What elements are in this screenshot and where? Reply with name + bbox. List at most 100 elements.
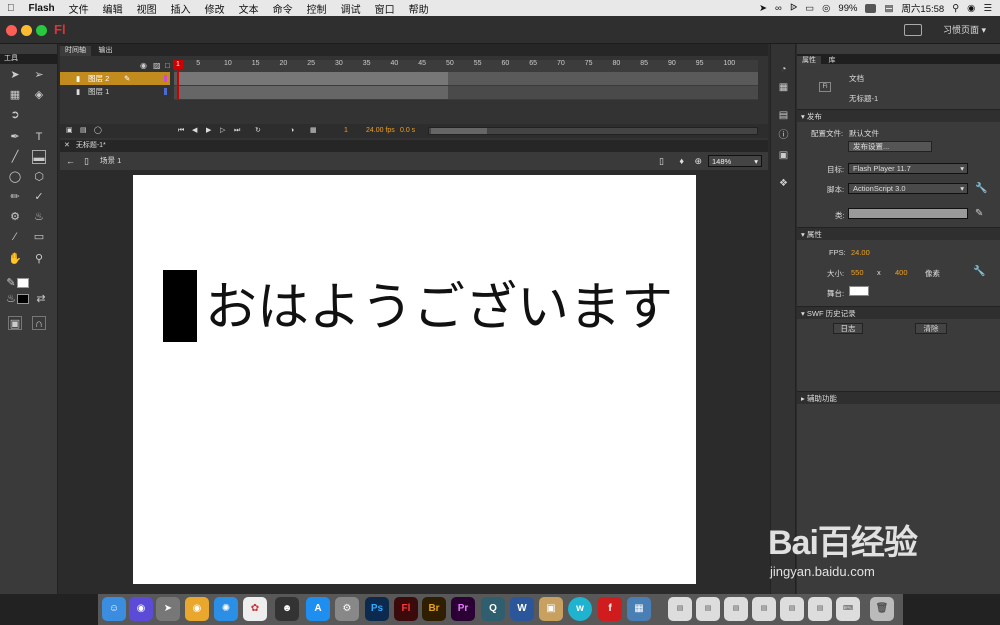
document-thumbnail-icon[interactable]: ▤ [696, 597, 720, 621]
hand-tool-icon[interactable]: ✋ [8, 252, 22, 266]
outline-icon[interactable]: □ [165, 61, 170, 70]
timeline-scroll-thumb[interactable] [431, 128, 487, 134]
apple-icon[interactable]:  [0, 3, 22, 14]
menu-file[interactable]: 文件 [62, 1, 96, 16]
pencil-tool-icon[interactable]: ✏ [8, 190, 22, 204]
paint-bucket-icon[interactable]: ♨ [32, 210, 46, 224]
snap-icon[interactable]: ∩ [32, 316, 46, 330]
publish-settings-button[interactable]: 发布设置... [848, 141, 932, 152]
system-preferences-icon[interactable]: ⚙ [335, 597, 359, 621]
wrench-icon[interactable]: 🔧 [975, 183, 987, 194]
log-button[interactable]: 日志 [833, 323, 863, 334]
keyboard-viewer-icon[interactable]: ⌨ [836, 597, 860, 621]
siri-icon[interactable]: ◉ [967, 3, 975, 14]
selection-tool-icon[interactable]: ➤ [8, 68, 22, 82]
script-select[interactable]: ActionScript 3.0 ▾ [848, 183, 968, 194]
menu-control[interactable]: 控制 [300, 1, 334, 16]
line-tool-icon[interactable]: ╱ [8, 150, 22, 164]
menu-app[interactable]: Flash [22, 3, 62, 14]
zoom-select[interactable]: 148% ▾ [708, 155, 762, 167]
launchpad-icon[interactable]: ➤ [156, 597, 180, 621]
document-thumbnail-icon[interactable]: ▤ [724, 597, 748, 621]
frame-span-layer2[interactable] [177, 72, 448, 85]
stage-canvas[interactable]: おはようございます [133, 175, 696, 584]
workspace-switcher[interactable]: 习惯页面 ▾ [943, 23, 986, 36]
layer-name[interactable]: 图层 1 [88, 87, 109, 96]
center-stage-icon[interactable]: ⊕ [694, 152, 702, 170]
quicktime-icon[interactable]: Q [481, 597, 505, 621]
3d-rotation-tool-icon[interactable]: ◈ [32, 88, 46, 102]
frame-grid[interactable]: 1510152025303540455055606570758085909510… [174, 60, 758, 100]
layer-color-swatch[interactable] [164, 75, 167, 82]
play-icon[interactable]: ▶ [206, 124, 211, 138]
fps-value[interactable]: 24.00 [851, 248, 870, 257]
lock-icon[interactable]: ▨ [153, 61, 161, 70]
layer-color-swatch[interactable] [164, 88, 167, 95]
menu-text[interactable]: 文本 [232, 1, 266, 16]
photos-icon[interactable]: ✿ [243, 597, 267, 621]
layer-row-2[interactable]: ▮ 图层 2 ✎ [60, 72, 170, 85]
rectangle-tool-icon[interactable]: ▬ [32, 150, 46, 164]
onion-skin-icon[interactable]: ◑ [290, 124, 294, 138]
menu-window[interactable]: 窗口 [368, 1, 402, 16]
swatches-panel-icon[interactable]: ▦ [777, 82, 790, 93]
document-thumbnail-icon[interactable]: ▤ [808, 597, 832, 621]
swap-colors-icon[interactable]: ⇄ [34, 292, 48, 306]
props-section-header[interactable]: ▾ 属性 [797, 227, 1000, 240]
oval-tool-icon[interactable]: ◯ [8, 170, 22, 184]
target-select[interactable]: Flash Player 11.7 ▾ [848, 163, 968, 174]
publish-section-header[interactable]: ▾ 发布 [797, 109, 1000, 122]
clear-button[interactable]: 清除 [915, 323, 947, 334]
menu-edit[interactable]: 编辑 [96, 1, 130, 16]
new-folder-icon[interactable]: ▤ [80, 124, 87, 138]
document-thumbnail-icon[interactable]: ▤ [668, 597, 692, 621]
stroke-color-swatch[interactable] [17, 278, 29, 288]
size-settings-icon[interactable]: 🔧 [973, 266, 985, 277]
align-panel-icon[interactable]: ▤ [777, 110, 790, 121]
frame-span-layer1[interactable] [177, 86, 448, 99]
maximize-window-button[interactable] [36, 25, 47, 36]
chrome-icon[interactable]: ◉ [185, 597, 209, 621]
finder-icon[interactable]: ☺ [102, 597, 126, 621]
safari-icon[interactable]: ✺ [214, 597, 238, 621]
close-window-button[interactable] [6, 25, 17, 36]
notifications-icon[interactable]: ☰ [983, 3, 992, 14]
wifi-icon[interactable]: ◎ [822, 3, 830, 14]
document-thumbnail-icon[interactable]: ▤ [780, 597, 804, 621]
send-icon[interactable]: ➤ [759, 3, 767, 14]
bone-tool-icon[interactable]: ⚙ [8, 210, 22, 224]
swf-history-section-header[interactable]: ▾ SWF 历史记录 [797, 306, 1000, 319]
go-last-icon[interactable]: ⏭ [234, 124, 240, 138]
menu-insert[interactable]: 插入 [164, 1, 198, 16]
menu-view[interactable]: 视图 [130, 1, 164, 16]
components-panel-icon[interactable]: ❖ [777, 178, 790, 189]
delete-layer-icon[interactable]: ◯ [94, 124, 102, 138]
word-icon[interactable]: W [510, 597, 534, 621]
document-thumbnail-icon[interactable]: ▤ [752, 597, 776, 621]
class-input[interactable] [848, 208, 968, 219]
edit-markers-icon[interactable]: ▦ [310, 124, 317, 138]
clock[interactable]: 周六15:58 [901, 1, 944, 15]
wangwang-icon[interactable]: w [568, 597, 592, 621]
info-panel-icon[interactable]: ⓘ [777, 130, 790, 141]
bluetooth-icon[interactable]: ᐉ [790, 3, 797, 14]
playhead-frame-label[interactable]: 1 [173, 60, 183, 69]
step-forward-icon[interactable]: ▷ [220, 124, 225, 138]
sync-settings-icon[interactable] [904, 24, 922, 36]
photoshop-icon[interactable]: Ps [365, 597, 389, 621]
archive-utility-icon[interactable]: ▣ [539, 597, 563, 621]
minimize-window-button[interactable] [21, 25, 32, 36]
edit-scene-icon[interactable]: ▯ [659, 152, 664, 170]
battery-icon[interactable] [865, 3, 877, 13]
document-tab[interactable]: 无标题-1* [72, 142, 106, 149]
sync-icon[interactable]: ∞ [775, 3, 782, 14]
loop-icon[interactable]: ↻ [255, 124, 261, 138]
tab-output[interactable]: 输出 [94, 46, 118, 56]
subselection-tool-icon[interactable]: ➢ [32, 68, 46, 82]
trash-icon[interactable]: 🗑 [870, 597, 894, 621]
black-rectangle-shape[interactable] [163, 270, 197, 342]
eye-icon[interactable]: ◉ [140, 61, 147, 70]
back-arrow-icon[interactable]: ← [66, 152, 75, 170]
close-doc-icon[interactable]: ✕ [64, 142, 70, 149]
eraser-tool-icon[interactable]: ▭ [32, 230, 46, 244]
